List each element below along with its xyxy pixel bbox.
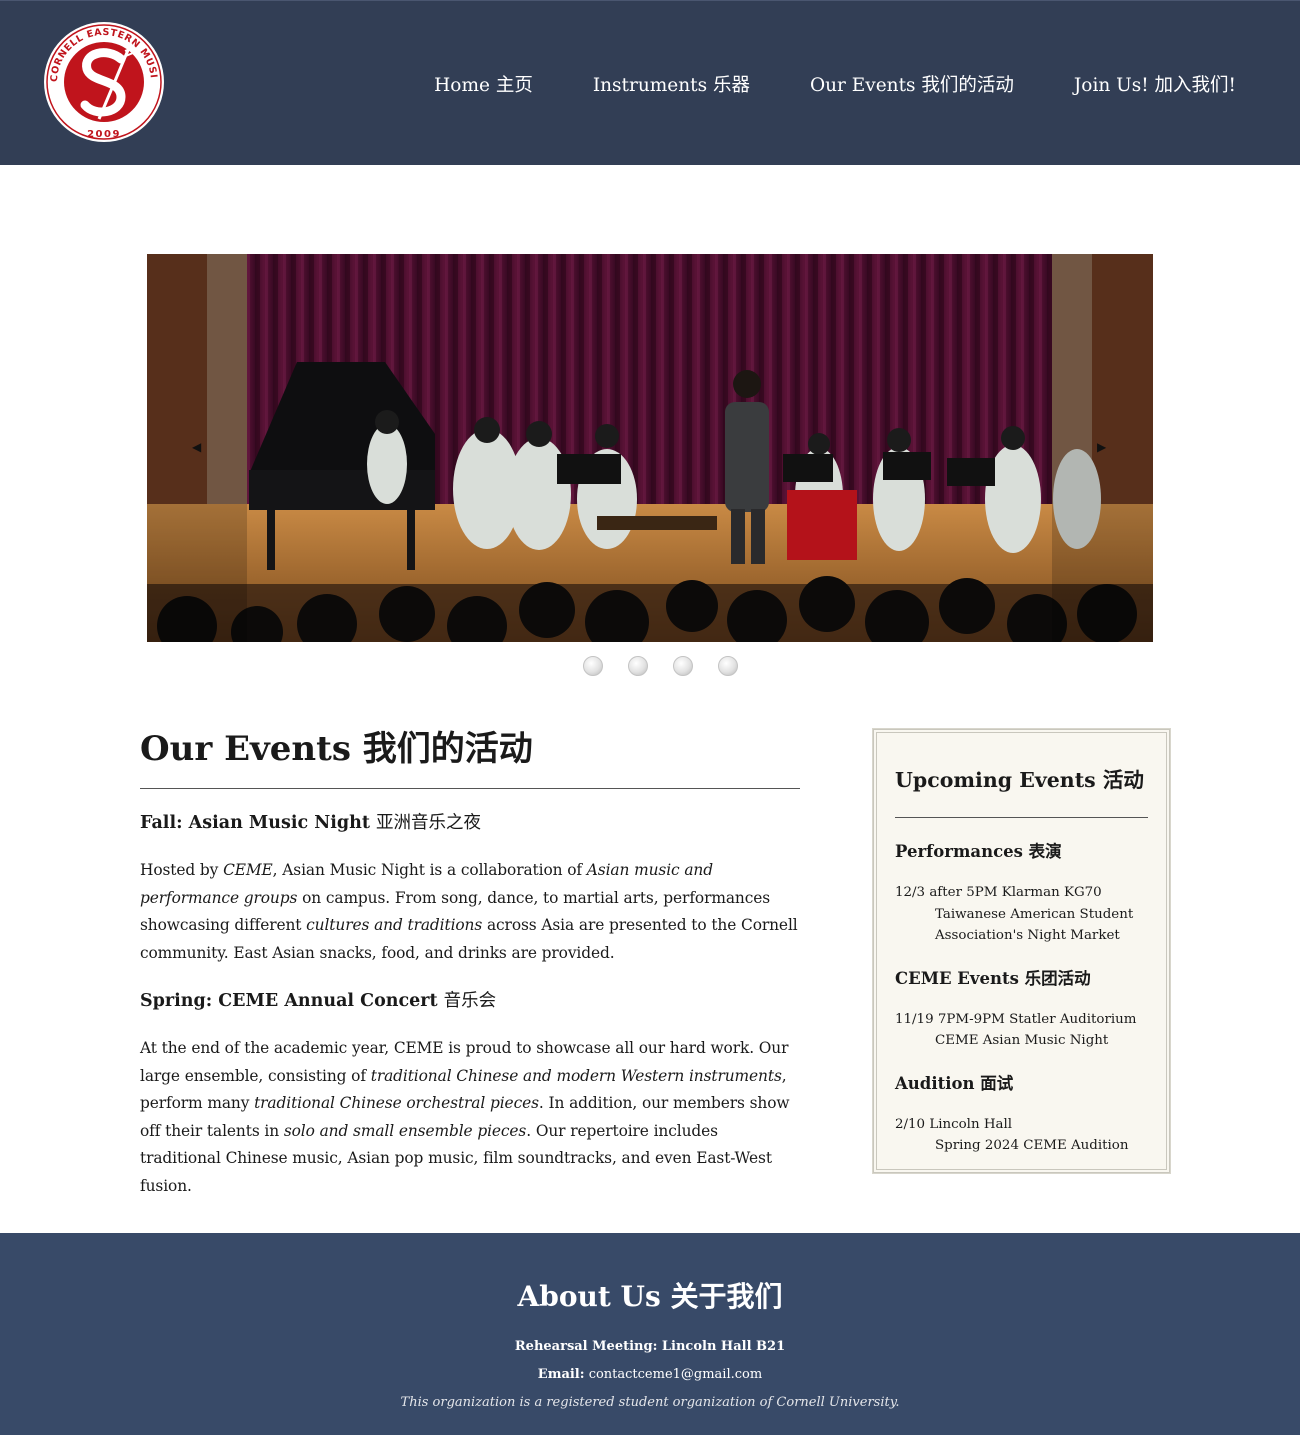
carousel-next-icon[interactable]: ▶ xyxy=(1097,440,1106,454)
fall-event-title-cn: 亚洲音乐之夜 xyxy=(376,813,482,833)
nav-home[interactable]: Home 主页 xyxy=(434,71,533,97)
audition-heading: Audition 面试 xyxy=(895,1073,1014,1093)
event-what: Spring 2024 CEME Audition xyxy=(935,1138,1129,1153)
upcoming-events-title: Upcoming Events 活动 xyxy=(895,763,1148,818)
upcoming-events-panel: Upcoming Events 活动 Performances 表演 12/3 … xyxy=(872,728,1171,1174)
site-footer: About Us 关于我们 Rehearsal Meeting: Lincoln… xyxy=(0,1233,1300,1435)
event-when: 12/3 after 5PM Klarman KG70 xyxy=(895,885,1102,900)
logo-year: 2009 xyxy=(87,129,121,140)
rehearsal-info: Rehearsal Meeting: Lincoln Hall B21 xyxy=(0,1333,1300,1361)
nav-our-events[interactable]: Our Events 我们的活动 xyxy=(810,71,1014,97)
ceme-logo[interactable]: CORNELL EASTERN MUSIC ENSEMBLE 2009 xyxy=(38,13,165,143)
carousel-pagination xyxy=(583,656,738,676)
carousel-dot-4[interactable] xyxy=(718,656,738,676)
event-item: 2/10 Lincoln Hall Spring 2024 CEME Audit… xyxy=(895,1114,1148,1157)
fall-event-description: Hosted by CEME, Asian Music Night is a c… xyxy=(140,857,800,967)
event-what: Taiwanese American Student Association's… xyxy=(935,906,1134,944)
fall-event-heading: Fall: Asian Music Night 亚洲音乐之夜 xyxy=(140,811,800,835)
event-what: CEME Asian Music Night xyxy=(935,1033,1109,1048)
carousel-dot-3[interactable] xyxy=(673,656,693,676)
spring-event-title-cn: 音乐会 xyxy=(443,991,497,1011)
events-content: Our Events 我们的活动 Fall: Asian Music Night… xyxy=(140,728,800,1222)
emphasis-text: CEME xyxy=(223,861,273,879)
event-when: 2/10 Lincoln Hall xyxy=(895,1116,1013,1132)
main-nav: Home 主页 Instruments 乐器 Our Events 我们的活动 … xyxy=(434,71,1236,97)
emphasis-text: traditional Chinese and modern Western i… xyxy=(370,1066,782,1085)
fall-event-title: Fall: Asian Music Night xyxy=(140,813,370,833)
event-photo-carousel[interactable] xyxy=(147,254,1153,642)
emphasis-text: traditional Chinese orchestral pieces xyxy=(254,1094,539,1112)
page-title: Our Events 我们的活动 xyxy=(140,728,800,789)
body-text: , Asian Music Night is a collaboration o… xyxy=(272,861,587,879)
emphasis-text: cultures and traditions xyxy=(306,916,483,934)
email-info: Email: contactceme1@gmail.com xyxy=(0,1361,1300,1389)
concert-photo xyxy=(147,254,1153,642)
site-header: CORNELL EASTERN MUSIC ENSEMBLE 2009 Home… xyxy=(0,0,1300,165)
nav-join-us[interactable]: Join Us! 加入我们! xyxy=(1074,71,1236,97)
spring-event-heading: Spring: CEME Annual Concert 音乐会 xyxy=(140,989,800,1013)
performances-heading: Performances 表演 xyxy=(895,842,1062,861)
event-when: 11/19 7PM-9PM Statler Auditorium xyxy=(895,1011,1137,1027)
spring-event-title: Spring: CEME Annual Concert xyxy=(140,991,438,1011)
spring-event-description: At the end of the academic year, CEME is… xyxy=(140,1035,800,1200)
footer-title: About Us 关于我们 xyxy=(517,1280,783,1313)
carousel-dot-1[interactable] xyxy=(583,656,603,676)
nav-instruments[interactable]: Instruments 乐器 xyxy=(593,71,750,97)
event-item: 12/3 after 5PM Klarman KG70 Taiwanese Am… xyxy=(895,882,1148,947)
emphasis-text: solo and small ensemble pieces xyxy=(283,1121,527,1140)
org-note: This organization is a registered studen… xyxy=(400,1395,900,1410)
carousel-prev-icon[interactable]: ◀ xyxy=(192,440,201,454)
ceme-events-heading: CEME Events 乐团活动 xyxy=(895,968,1091,988)
email-link[interactable]: contactceme1@gmail.com xyxy=(589,1367,763,1382)
rehearsal-text: Rehearsal Meeting: Lincoln Hall B21 xyxy=(514,1339,786,1354)
body-text: Hosted by xyxy=(140,861,224,879)
event-item: 11/19 7PM-9PM Statler Auditorium CEME As… xyxy=(895,1009,1148,1052)
carousel-dot-2[interactable] xyxy=(628,656,648,676)
email-label: Email: xyxy=(537,1367,585,1382)
